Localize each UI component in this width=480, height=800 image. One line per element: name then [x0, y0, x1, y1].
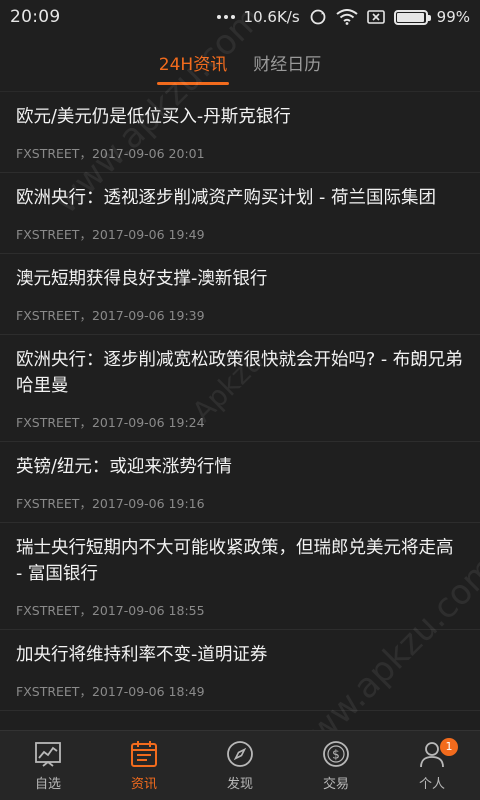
- notification-badge: 1: [440, 738, 458, 756]
- nav-label: 个人: [418, 777, 445, 792]
- nav-news[interactable]: 资讯: [96, 731, 192, 800]
- news-meta: FXSTREET，2017-09-06 19:49: [16, 227, 205, 242]
- wifi-icon: [336, 9, 358, 25]
- bottom-nav: 自选 资讯 发现 $ 交易 个人 1: [0, 730, 480, 800]
- news-item[interactable]: 加央行将维持利率不变-道明证券 FXSTREET，2017-09-06 18:4…: [0, 630, 480, 711]
- chart-icon: [35, 742, 61, 767]
- news-title: 加央行将维持利率不变-道明证券: [16, 645, 268, 665]
- news-meta: FXSTREET，2017-09-06 19:16: [16, 496, 205, 511]
- svg-text:$: $: [332, 748, 340, 762]
- news-item[interactable]: 欧元/美元仍是低位买入-丹斯克银行 FXSTREET，2017-09-06 20…: [0, 92, 480, 173]
- nav-label: 交易: [322, 777, 349, 792]
- dollar-icon: $: [323, 741, 349, 767]
- battery-percent: 99%: [436, 8, 470, 26]
- news-title: 欧元/美元仍是低位买入-丹斯克银行: [16, 107, 291, 127]
- news-title: 欧洲央行：透视逐步削减资产购买计划 - 荷兰国际集团: [16, 188, 436, 208]
- news-item[interactable]: 澳元短期获得良好支撑-澳新银行 FXSTREET，2017-09-06 19:3…: [0, 254, 480, 335]
- nav-discover[interactable]: 发现: [192, 731, 288, 800]
- news-item[interactable]: 英镑/纽元：或迎来涨势行情 FXSTREET，2017-09-06 19:16: [0, 442, 480, 523]
- nav-label: 自选: [34, 777, 61, 792]
- news-item[interactable]: 瑞士央行短期内不大可能收紧政策，但瑞郎兑美元将走高 - 富国银行 FXSTREE…: [0, 523, 480, 630]
- nav-trade[interactable]: $ 交易: [288, 731, 384, 800]
- more-dots-icon: [216, 15, 235, 19]
- news-title: 英镑/纽元：或迎来涨势行情: [16, 457, 232, 477]
- news-tabs: 24H资讯 财经日历: [0, 34, 480, 92]
- news-meta: FXSTREET，2017-09-06 19:39: [16, 308, 205, 323]
- news-title: 欧洲央行：逐步削减宽松政策很快就会开始吗? - 布朗兄弟哈里曼: [16, 350, 463, 396]
- network-speed: 10.6K/s: [243, 8, 300, 26]
- compass-icon: [227, 741, 253, 767]
- news-meta: FXSTREET，2017-09-06 18:55: [16, 603, 205, 618]
- no-sim-icon: [366, 10, 385, 24]
- calendar-icon: [131, 741, 157, 767]
- nav-profile[interactable]: 个人 1: [384, 731, 480, 800]
- sync-icon: [310, 9, 326, 25]
- status-bar: 20:09 10.6K/s 99%: [0, 0, 480, 34]
- news-meta: FXSTREET，2017-09-06 18:49: [16, 684, 205, 699]
- status-time: 20:09: [10, 7, 61, 27]
- nav-label: 发现: [226, 777, 253, 792]
- news-item[interactable]: 欧洲央行：逐步削减宽松政策很快就会开始吗? - 布朗兄弟哈里曼 FXSTREET…: [0, 335, 480, 442]
- news-title: 瑞士央行短期内不大可能收紧政策，但瑞郎兑美元将走高 - 富国银行: [16, 538, 454, 584]
- nav-label: 资讯: [130, 777, 157, 792]
- tab-finance-calendar[interactable]: 财经日历: [243, 34, 331, 91]
- nav-watchlist[interactable]: 自选: [0, 731, 96, 800]
- news-meta: FXSTREET，2017-09-06 19:24: [16, 415, 205, 430]
- battery-icon: [393, 9, 431, 25]
- status-indicators: 10.6K/s 99%: [216, 8, 470, 26]
- news-list[interactable]: 欧元/美元仍是低位买入-丹斯克银行 FXSTREET，2017-09-06 20…: [0, 92, 480, 730]
- news-item[interactable]: 欧洲央行：透视逐步削减资产购买计划 - 荷兰国际集团 FXSTREET，2017…: [0, 173, 480, 254]
- news-meta: FXSTREET，2017-09-06 20:01: [16, 146, 205, 161]
- news-title: 澳元短期获得良好支撑-澳新银行: [16, 269, 268, 289]
- tab-24h-news[interactable]: 24H资讯: [149, 34, 237, 91]
